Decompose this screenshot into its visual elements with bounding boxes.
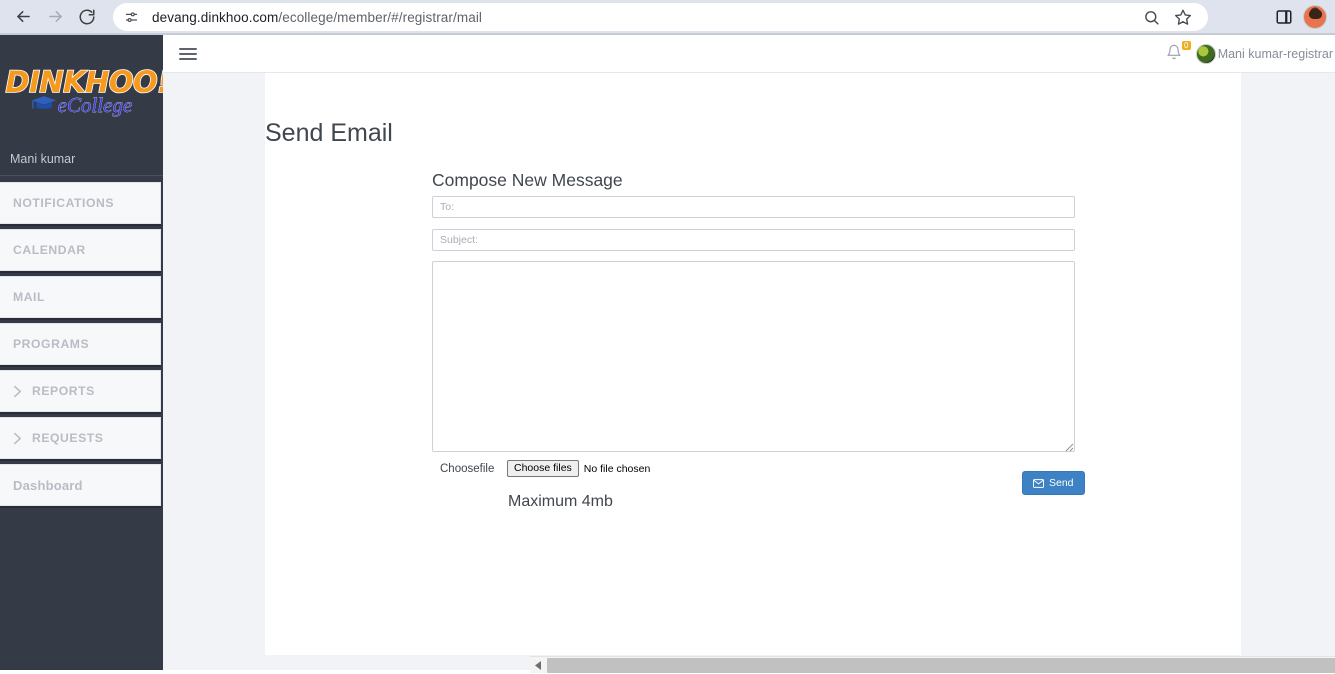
sidebar-username: Mani kumar — [10, 152, 76, 166]
brand-logo[interactable]: DINKHOO! eCollege — [0, 35, 172, 143]
sidebar-item-reports[interactable]: REPORTS — [0, 370, 161, 412]
sidebar-item-mail[interactable]: MAIL — [0, 276, 161, 318]
header-user-menu[interactable]: Mani kumar-registrar — [1195, 44, 1333, 64]
reload-icon[interactable] — [72, 2, 102, 32]
url-path: /ecollege/member/#/registrar/mail — [278, 9, 483, 25]
forward-arrow-icon[interactable] — [40, 2, 70, 32]
notification-bell-icon[interactable]: 0 — [1166, 41, 1191, 64]
to-input[interactable] — [432, 196, 1075, 218]
file-input-control[interactable]: Choose files No file chosen — [507, 460, 650, 477]
back-arrow-icon[interactable] — [8, 2, 38, 32]
sidebar-item-label: PROGRAMS — [13, 337, 90, 351]
sidebar-item-label: CALENDAR — [13, 243, 86, 257]
scrollbar-track[interactable] — [547, 657, 1335, 674]
sidebar-item-notifications[interactable]: NOTIFICATIONS — [0, 182, 161, 224]
choose-files-button[interactable]: Choose files — [507, 460, 579, 477]
sidebar-item-dashboard[interactable]: Dashboard — [0, 464, 161, 506]
sidebar-item-label: NOTIFICATIONS — [13, 196, 115, 210]
chevron-right-icon — [13, 385, 22, 398]
url-text: devang.dinkhoo.com/ecollege/member/#/reg… — [152, 10, 482, 25]
content-left-gutter — [163, 73, 265, 670]
sidebar-menu: NOTIFICATIONS CALENDAR MAIL PROGRAMS REP… — [0, 176, 163, 506]
send-button-label: Send — [1049, 477, 1074, 489]
app-header: 0 Mani kumar-registrar — [163, 35, 1335, 73]
address-bar[interactable]: devang.dinkhoo.com/ecollege/member/#/reg… — [113, 3, 1208, 31]
scrollbar-thumb[interactable] — [547, 657, 1335, 673]
user-avatar — [1195, 44, 1216, 64]
hamburger-icon[interactable] — [179, 47, 197, 60]
page-body: DINKHOO! eCollege Mani kumar NOTIFICATIO… — [0, 35, 1335, 673]
envelope-icon — [1033, 478, 1044, 488]
main-content: Send Email Compose New Message Choosefil… — [265, 73, 1335, 673]
horizontal-scrollbar[interactable] — [530, 656, 1335, 673]
star-icon[interactable] — [1174, 8, 1192, 26]
browser-toolbar: devang.dinkhoo.com/ecollege/member/#/reg… — [0, 0, 1335, 33]
sidebar-item-programs[interactable]: PROGRAMS — [0, 323, 161, 365]
logo-subtext: eCollege — [57, 92, 133, 117]
side-panel-icon[interactable] — [1275, 8, 1293, 26]
url-domain: devang.dinkhoo.com — [152, 9, 279, 25]
page-title: Send Email — [265, 119, 393, 147]
sidebar-item-label: Dashboard — [13, 477, 83, 493]
sidebar-item-label: REPORTS — [32, 384, 95, 398]
graduation-cap-icon — [31, 94, 57, 117]
sidebar-item-label: MAIL — [13, 290, 45, 304]
sidebar-item-label: REQUESTS — [32, 431, 104, 445]
sidebar-item-calendar[interactable]: CALENDAR — [0, 229, 161, 271]
search-icon[interactable] — [1143, 9, 1160, 26]
choose-file-label: Choosefile — [440, 463, 495, 475]
compose-section-title: Compose New Message — [432, 170, 623, 190]
message-body-textarea[interactable] — [432, 261, 1075, 452]
subject-input[interactable] — [432, 229, 1075, 251]
content-right-gutter — [1241, 73, 1335, 670]
chevron-right-icon — [13, 432, 22, 445]
notification-count-badge: 0 — [1181, 41, 1191, 50]
profile-avatar[interactable] — [1303, 5, 1327, 29]
send-button[interactable]: Send — [1022, 471, 1085, 495]
site-settings-icon[interactable] — [118, 4, 144, 30]
navigation-buttons — [0, 2, 102, 32]
max-size-note: Maximum 4mb — [508, 493, 613, 510]
scroll-left-arrow-icon[interactable] — [530, 657, 547, 674]
header-user-name: Mani kumar-registrar — [1217, 47, 1333, 61]
sidebar-item-requests[interactable]: REQUESTS — [0, 417, 161, 459]
file-status-text: No file chosen — [583, 462, 651, 475]
sidebar: DINKHOO! eCollege Mani kumar NOTIFICATIO… — [0, 35, 172, 670]
